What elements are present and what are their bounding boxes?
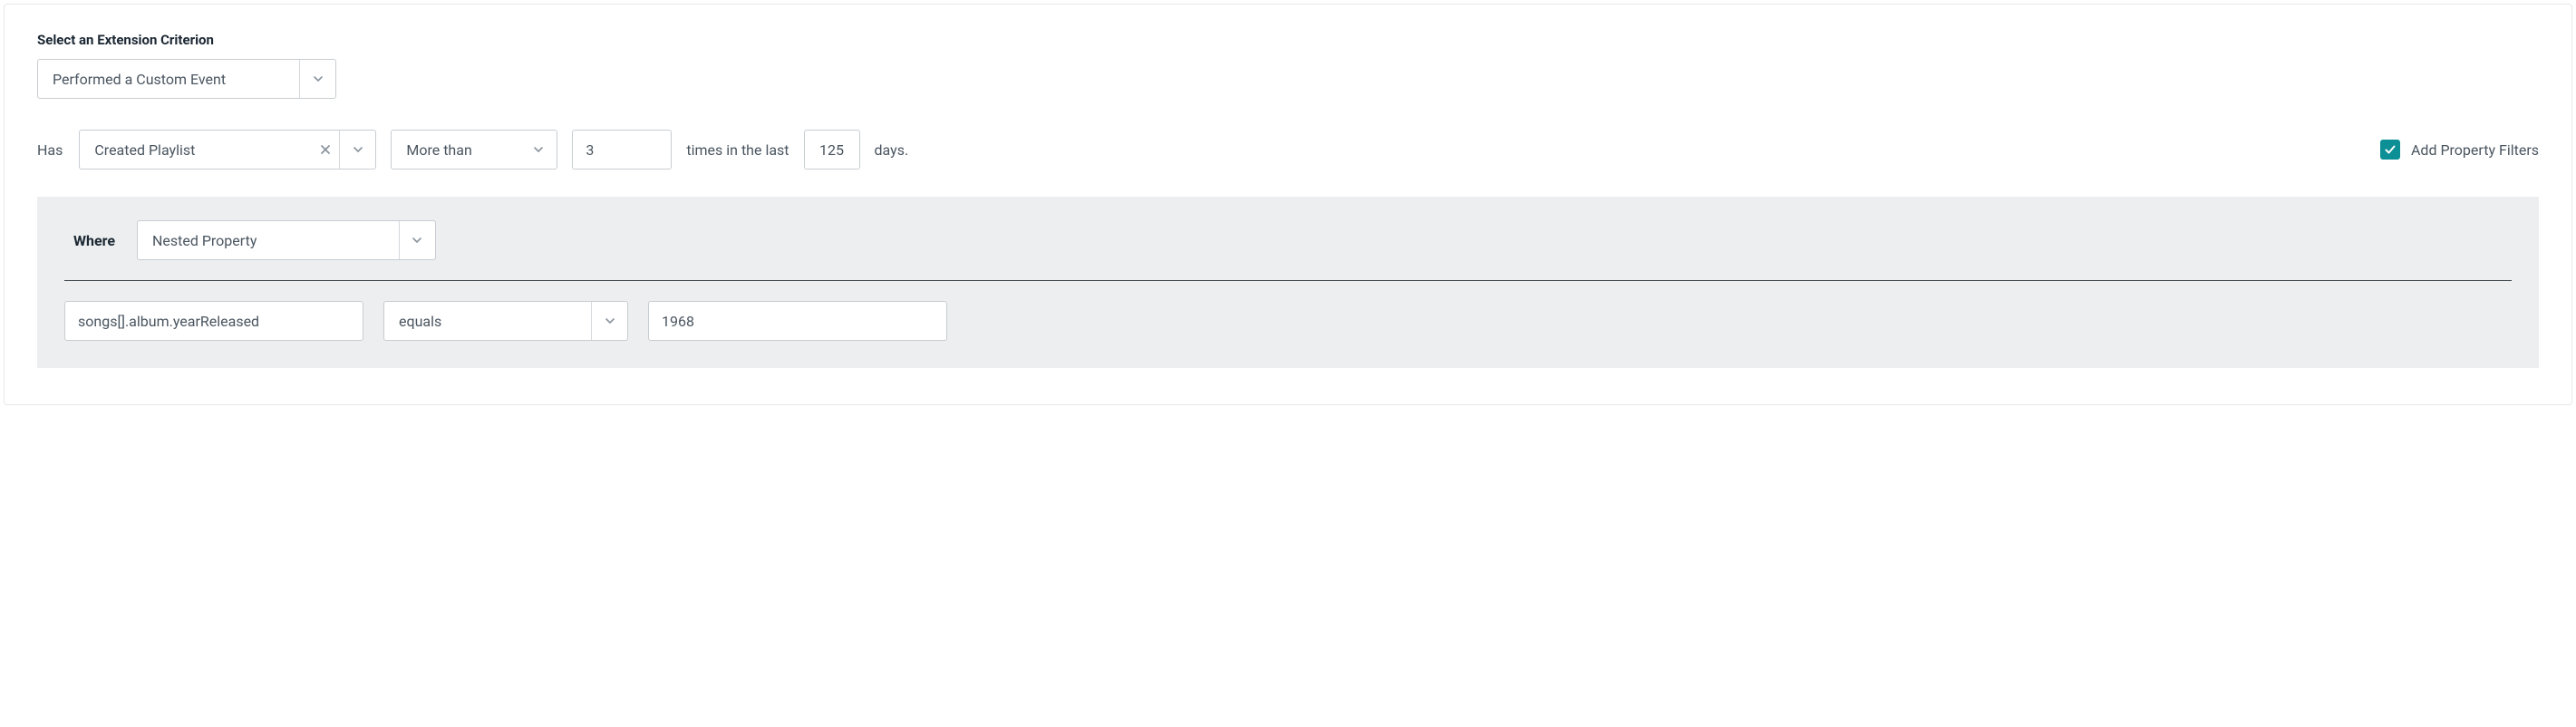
count-input[interactable] <box>572 130 672 170</box>
section-header: Select an Extension Criterion <box>37 32 2539 48</box>
comparator-dropdown-toggle[interactable] <box>520 131 557 169</box>
filter-condition-row: equals <box>64 301 2512 341</box>
times-in-last-label: times in the last <box>686 141 789 159</box>
condition-row: Has Created Playlist More than times in … <box>37 130 2539 170</box>
add-property-filters-checkbox[interactable] <box>2380 140 2400 160</box>
chevron-down-icon <box>353 144 363 155</box>
property-filter-panel: Where Nested Property equals <box>37 197 2539 368</box>
where-label: Where <box>73 232 115 249</box>
chevron-down-icon <box>412 235 422 246</box>
event-value: Created Playlist <box>80 141 312 159</box>
operator-dropdown-toggle[interactable] <box>591 302 627 340</box>
where-row: Where Nested Property <box>64 220 2512 281</box>
add-property-filters-label: Add Property Filters <box>2411 141 2539 159</box>
operator-select[interactable]: equals <box>383 301 628 341</box>
clear-event-button[interactable] <box>312 144 339 155</box>
days-input[interactable] <box>804 130 860 170</box>
filter-type-value: Nested Property <box>138 232 399 249</box>
chevron-down-icon <box>313 73 324 84</box>
criterion-select[interactable]: Performed a Custom Event <box>37 59 336 99</box>
filter-value-input[interactable] <box>648 301 947 341</box>
filter-type-dropdown-toggle[interactable] <box>399 221 435 259</box>
has-label: Has <box>37 141 63 159</box>
criterion-value: Performed a Custom Event <box>38 71 299 88</box>
event-select[interactable]: Created Playlist <box>79 130 376 170</box>
add-property-filters-toggle[interactable]: Add Property Filters <box>2380 140 2539 160</box>
comparator-value: More than <box>392 141 520 159</box>
extension-criterion-panel: Select an Extension Criterion Performed … <box>4 4 2572 405</box>
event-dropdown-toggle[interactable] <box>339 131 375 169</box>
chevron-down-icon <box>605 315 615 326</box>
criterion-dropdown-toggle[interactable] <box>299 60 335 98</box>
chevron-down-icon <box>533 144 544 155</box>
filter-type-select[interactable]: Nested Property <box>137 220 436 260</box>
property-path-input[interactable] <box>64 301 363 341</box>
comparator-select[interactable]: More than <box>391 130 557 170</box>
days-label: days. <box>875 141 909 159</box>
operator-value: equals <box>384 313 591 330</box>
